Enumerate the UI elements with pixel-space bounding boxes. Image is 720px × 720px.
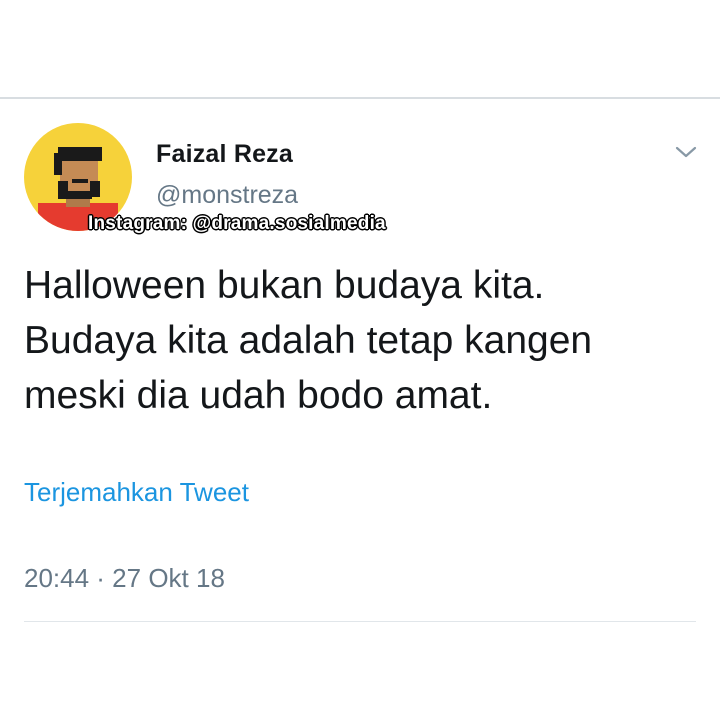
bottom-divider — [24, 621, 696, 622]
tweet-text-line: meski dia udah bodo amat. — [24, 374, 493, 417]
user-handle[interactable]: @monstreza — [156, 181, 298, 210]
chevron-down-icon[interactable] — [672, 140, 700, 164]
top-divider — [0, 97, 720, 99]
watermark-text: Instagram: @drama.sosialmedia — [88, 213, 386, 234]
tweet-timestamp[interactable]: 20:44 · 27 Okt 18 — [24, 563, 225, 594]
display-name[interactable]: Faizal Reza — [156, 140, 293, 169]
tweet-text: Halloween bukan budaya kita. Budaya kita… — [24, 258, 696, 423]
tweet-text-line: Budaya kita adalah tetap kangen — [24, 319, 593, 362]
translate-tweet-link[interactable]: Terjemahkan Tweet — [24, 477, 249, 508]
tweet-text-line: Halloween bukan budaya kita. — [24, 264, 545, 307]
